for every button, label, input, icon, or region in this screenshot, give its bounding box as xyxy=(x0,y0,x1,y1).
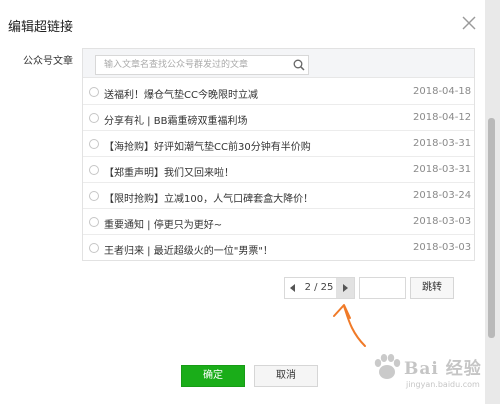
article-radio[interactable] xyxy=(89,113,99,123)
article-row[interactable]: 重要通知 | 停更只为更好~ 2018-03-03 xyxy=(83,209,474,235)
search-icon[interactable] xyxy=(292,58,306,72)
article-radio[interactable] xyxy=(89,165,99,175)
next-page-icon[interactable] xyxy=(336,278,354,298)
article-radio[interactable] xyxy=(89,243,99,253)
article-panel: 送福利！爆仓气垫CC今晚限时立减 2018-04-18 分享有礼 | BB霜重磅… xyxy=(82,48,475,261)
article-date: 2018-04-18 xyxy=(413,86,472,97)
article-radio[interactable] xyxy=(89,139,99,149)
article-date: 2018-03-31 xyxy=(413,164,472,175)
search-box xyxy=(95,55,309,75)
article-title: 【郑重声明】我们又回来啦！ xyxy=(104,168,234,179)
article-panel-header xyxy=(83,49,474,78)
article-title: 分享有礼 | BB霜重磅双重福利场 xyxy=(104,116,248,127)
article-date: 2018-03-03 xyxy=(413,242,472,253)
article-row[interactable]: 王者归来 | 最近超级火的一位"男票"！ 2018-03-03 xyxy=(83,235,474,261)
confirm-button[interactable]: 确定 xyxy=(181,365,245,387)
page-indicator: 2 / 25 xyxy=(304,282,334,293)
article-radio[interactable] xyxy=(89,87,99,97)
field-label: 公众号文章 xyxy=(23,56,73,67)
paw-logo-icon xyxy=(374,354,401,379)
article-date: 2018-04-12 xyxy=(413,112,472,123)
search-input[interactable] xyxy=(97,57,285,73)
article-title: 重要通知 | 停更只为更好~ xyxy=(104,220,223,231)
cancel-button[interactable]: 取消 xyxy=(254,365,318,387)
article-row[interactable]: 【郑重声明】我们又回来啦！ 2018-03-31 xyxy=(83,157,474,183)
page-jump-input[interactable] xyxy=(359,277,406,299)
article-radio[interactable] xyxy=(89,217,99,227)
article-row[interactable]: 【海抢购】好评如潮气垫CC前30分钟有半价购 2018-03-31 xyxy=(83,131,474,157)
watermark-text: Bai 经验 xyxy=(404,359,482,379)
annotation-arrow-icon xyxy=(333,304,366,347)
pagination: 2 / 25 xyxy=(284,277,355,299)
article-date: 2018-03-03 xyxy=(413,216,472,227)
article-title: 王者归来 | 最近超级火的一位"男票"！ xyxy=(104,246,273,257)
prev-page-icon[interactable] xyxy=(285,278,301,298)
jump-button[interactable]: 跳转 xyxy=(410,277,454,299)
article-date: 2018-03-24 xyxy=(413,190,472,201)
scrollbar-thumb[interactable] xyxy=(488,118,495,338)
article-row[interactable]: 分享有礼 | BB霜重磅双重福利场 2018-04-12 xyxy=(83,105,474,131)
edit-hyperlink-dialog: 编辑超链接 公众号文章 送福利！爆仓气垫CC今晚限时立减 2018-04-18 … xyxy=(0,0,492,404)
watermark-url: jingyan.baidu.com xyxy=(406,380,480,389)
article-row[interactable]: 送福利！爆仓气垫CC今晚限时立减 2018-04-18 xyxy=(83,79,474,105)
article-title: 【限时抢购】立减100，人气口碑套盒大降价！ xyxy=(104,194,314,205)
article-title: 【海抢购】好评如潮气垫CC前30分钟有半价购 xyxy=(104,142,311,153)
article-radio[interactable] xyxy=(89,191,99,201)
article-title: 送福利！爆仓气垫CC今晚限时立减 xyxy=(104,90,258,101)
dialog-title: 编辑超链接 xyxy=(8,20,74,35)
watermark: Bai 经验 jingyan.baidu.com xyxy=(370,350,490,398)
article-date: 2018-03-31 xyxy=(413,138,472,149)
close-icon[interactable] xyxy=(460,14,478,32)
article-row[interactable]: 【限时抢购】立减100，人气口碑套盒大降价！ 2018-03-24 xyxy=(83,183,474,209)
